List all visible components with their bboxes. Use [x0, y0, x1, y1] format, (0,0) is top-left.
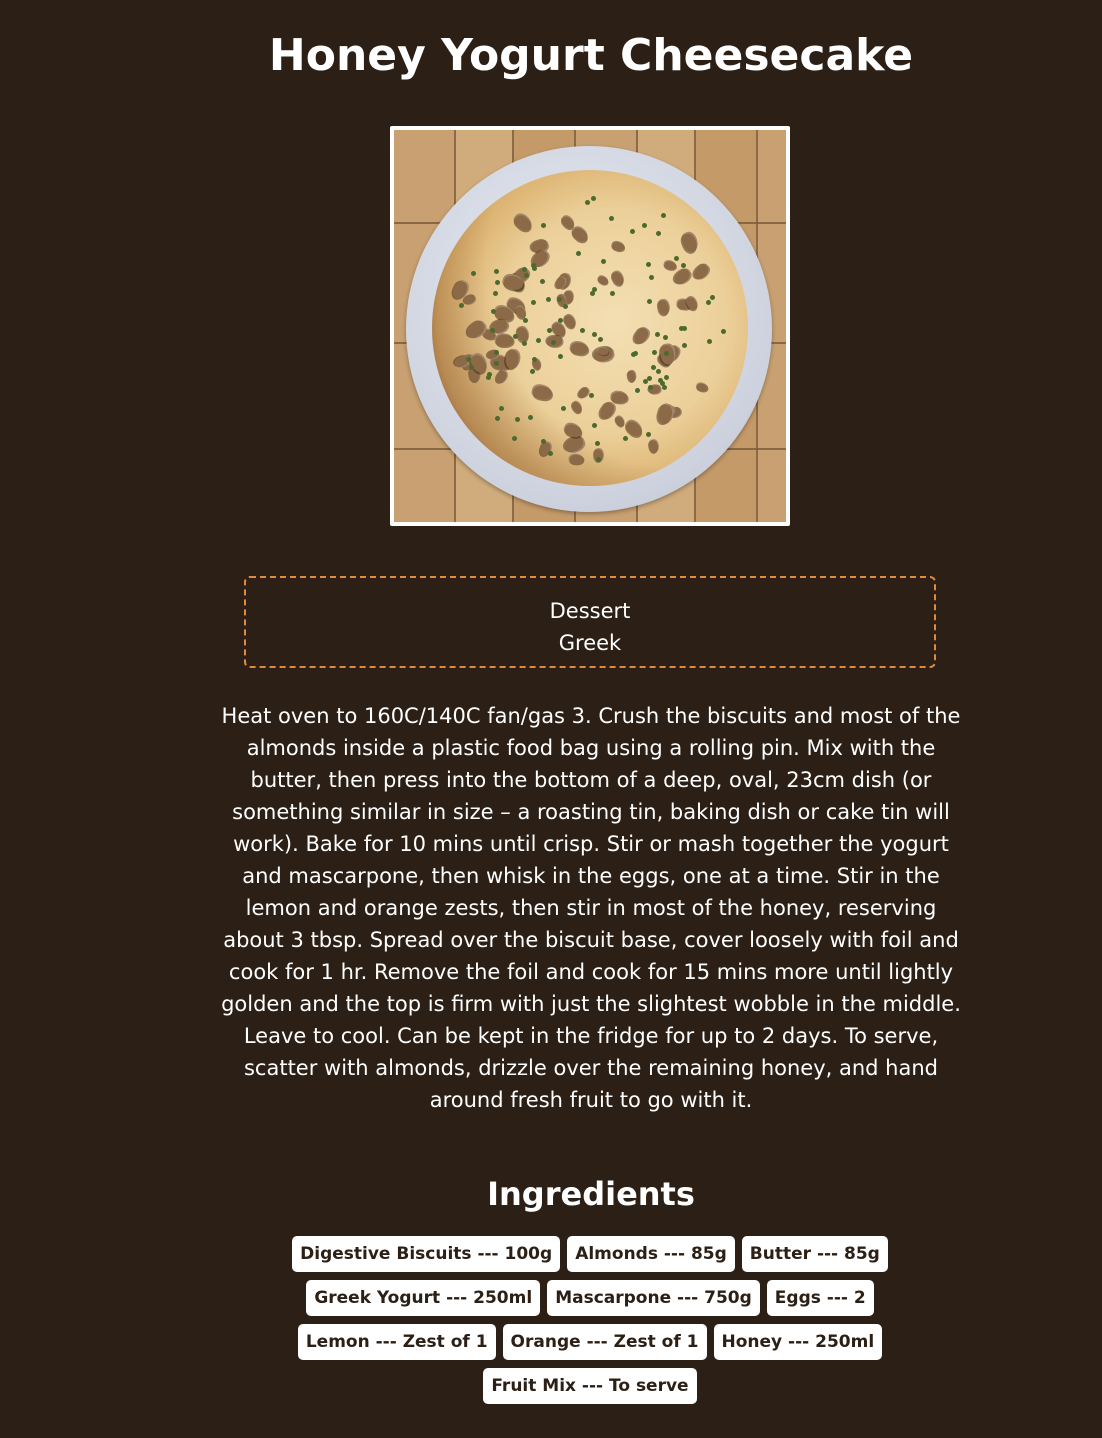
- nut-piece: [494, 332, 514, 347]
- herb-leaf: [540, 222, 546, 228]
- herb-leaf: [531, 299, 537, 305]
- herb-leaf: [458, 302, 464, 308]
- recipe-image: [394, 130, 786, 522]
- herb-leaf: [662, 335, 668, 341]
- ingredient-pill: Butter --- 85g: [741, 1236, 888, 1272]
- herb-leaf: [556, 296, 562, 302]
- ingredient-pill: Greek Yogurt --- 250ml: [306, 1280, 541, 1316]
- recipe-instructions: Heat oven to 160C/140C fan/gas 3. Crush …: [221, 704, 961, 1112]
- ingredient-pill: Lemon --- Zest of 1: [297, 1324, 496, 1360]
- tag-cuisine: Greek: [558, 631, 622, 655]
- herb-leaf: [641, 222, 647, 228]
- ingredient-pill: Eggs --- 2: [766, 1280, 874, 1316]
- herb-leaf: [489, 328, 495, 334]
- ingredients-heading: Ingredients: [487, 1175, 695, 1213]
- herb-leaf: [654, 331, 660, 337]
- herb-leaf: [673, 255, 679, 261]
- herb-leaf: [648, 274, 654, 280]
- herb-leaf: [652, 349, 658, 355]
- ingredient-pill: Digestive Biscuits --- 100g: [292, 1236, 561, 1272]
- recipe-title: Honey Yogurt Cheesecake: [268, 30, 914, 81]
- herb-leaf: [545, 297, 551, 303]
- herb-leaf: [591, 287, 597, 293]
- herb-leaf: [678, 326, 684, 331]
- herb-leaf: [622, 435, 628, 441]
- herb-leaf: [575, 250, 581, 256]
- herb-leaf: [595, 440, 601, 446]
- herb-leaf: [655, 368, 661, 374]
- herb-leaf: [527, 414, 533, 420]
- herb-leaf: [634, 387, 640, 393]
- herb-leaf: [522, 317, 528, 323]
- recipe-page: Honey Yogurt Cheesecake Dessert Greek He…: [0, 0, 1102, 1438]
- herb-leaf: [663, 375, 669, 381]
- herb-leaf: [562, 303, 568, 309]
- herb-leaf: [707, 338, 713, 344]
- herb-leaf: [486, 374, 492, 380]
- herb-leaf: [645, 431, 651, 437]
- herb-leaf: [492, 290, 498, 296]
- recipe-tags: Dessert Greek: [244, 576, 936, 668]
- ingredient-pill: Orange --- Zest of 1: [502, 1324, 707, 1360]
- herb-leaf: [511, 435, 517, 441]
- herb-leaf: [539, 279, 545, 285]
- ingredients-list: Digestive Biscuits --- 100g Almonds --- …: [258, 1236, 922, 1404]
- ingredient-pill: Honey --- 250ml: [713, 1324, 883, 1360]
- tag-category: Dessert: [549, 599, 631, 623]
- herb-leaf: [561, 405, 567, 411]
- herb-leaf: [629, 228, 635, 234]
- ingredient-pill: Almonds --- 85g: [567, 1236, 735, 1272]
- herb-leaf: [588, 392, 594, 398]
- herb-leaf: [494, 416, 500, 422]
- herb-leaf: [498, 406, 504, 412]
- recipe-image-frame: [390, 126, 790, 526]
- herb-leaf: [531, 262, 537, 268]
- herb-leaf: [655, 230, 661, 236]
- ingredient-pill: Mascarpone --- 750g: [547, 1280, 760, 1316]
- herb-leaf: [532, 357, 537, 363]
- herb-leaf: [632, 351, 638, 357]
- herb-leaf: [521, 267, 527, 273]
- herb-leaf: [646, 298, 652, 304]
- herb-leaf: [521, 340, 527, 346]
- herb-leaf: [609, 215, 615, 221]
- herb-leaf: [681, 343, 687, 349]
- ingredient-pill: Fruit Mix --- To serve: [483, 1368, 697, 1404]
- herb-leaf: [468, 364, 474, 370]
- herb-leaf: [523, 272, 529, 278]
